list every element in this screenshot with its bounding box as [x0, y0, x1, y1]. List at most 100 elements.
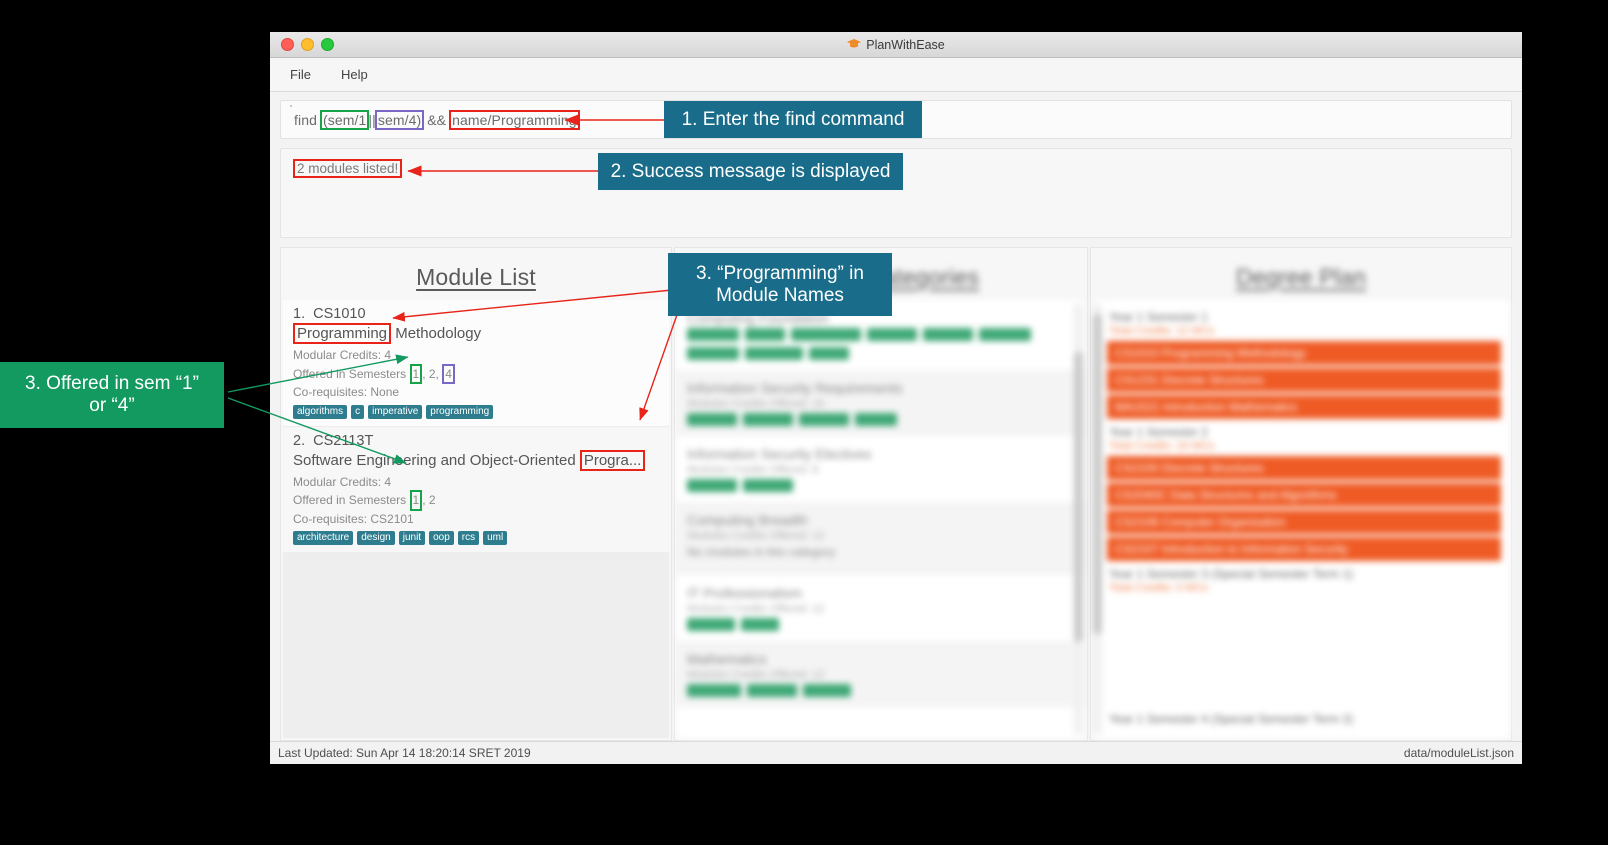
plan-row[interactable]: CS1010 Programming Methodology [1107, 341, 1501, 365]
degree-plan-body[interactable]: Year 1 Semester 1 Total Credits: 12 MCs … [1093, 300, 1509, 738]
module-card[interactable]: 2. CS2113T Software Engineering and Obje… [283, 426, 669, 553]
module-coreq: Co-requisites: None [293, 385, 400, 399]
module-tag: imperative [368, 404, 423, 419]
caret-marker [290, 105, 292, 107]
plan-group-header: Year 1 Semester 3 (Special Semester Term… [1109, 567, 1354, 581]
category-tag [745, 328, 785, 341]
category-tag [743, 479, 793, 492]
module-sem-1: 1 [409, 490, 423, 511]
degree-plan-title: Degree Plan [1235, 264, 1367, 290]
module-sem-4: 4 [442, 363, 455, 384]
module-sem-sep: , 2, [422, 366, 443, 381]
category-tag [867, 328, 917, 341]
degree-plan-panel: Degree Plan Year 1 Semester 1 Total Cred… [1090, 247, 1512, 741]
module-card[interactable]: 1. CS1010 Programming Methodology Modula… [283, 300, 669, 427]
category-tag [687, 328, 739, 341]
category-title: Computing Breadth [687, 512, 808, 528]
category-block: Computing Breadth Modules Credits Offere… [677, 502, 1085, 575]
category-tag [855, 413, 897, 426]
command-prefix: find [294, 111, 321, 128]
plan-group-header: Year 1 Semester 1 [1109, 310, 1208, 324]
category-block: Information Security Electives Modules C… [677, 436, 1085, 502]
module-semesters: Offered in Semesters 1, 2, 4 [293, 363, 659, 384]
module-semesters-label: Offered in Semesters [293, 366, 410, 381]
category-tag [687, 413, 737, 426]
plan-group: Year 1 Semester 1 Total Credits: 12 MCs … [1107, 310, 1501, 419]
module-list-panel: Module List 1. CS1010 Programming Method… [280, 247, 672, 741]
title-bar: PlanWithEase [270, 32, 1522, 58]
status-last-updated: Last Updated: Sun Apr 14 18:20:14 SRET 2… [278, 746, 531, 760]
category-tags [687, 479, 1075, 492]
scrollbar-thumb[interactable] [1093, 314, 1102, 634]
module-semesters: Offered in Semesters 1, 2 [293, 490, 659, 511]
category-tag [687, 618, 735, 631]
module-name: Programming Methodology [293, 323, 481, 344]
module-name-highlight: Programming [293, 323, 392, 344]
category-tag [979, 328, 1031, 341]
result-message: 2 modules listed! [293, 159, 403, 178]
category-title: IT Professionalism [687, 585, 802, 601]
category-tag [809, 347, 849, 360]
module-tags: architecture design junit oop rcs uml [293, 531, 659, 545]
command-seg-sem1: (sem/1 [319, 109, 370, 130]
plan-group-header: Year 1 Semester 2 [1109, 425, 1208, 439]
module-index: 1. [293, 306, 306, 322]
module-tag: design [357, 531, 395, 545]
menu-file[interactable]: File [286, 64, 315, 85]
module-name-highlight: Progra... [579, 449, 646, 471]
category-tags [687, 684, 1075, 697]
category-sub: Modules Credits Offered: 12 [687, 530, 825, 542]
plan-row[interactable]: CS2100 Discrete Structures [1107, 456, 1501, 480]
module-index-code: 2. CS2113T [293, 433, 659, 449]
panels-container: Module List 1. CS1010 Programming Method… [280, 247, 1512, 741]
category-sub: Modules Credits Offered: 16 [687, 398, 825, 410]
command-sem1-token: sem/1 [327, 111, 367, 128]
category-tag [745, 347, 803, 360]
module-tag: c [351, 404, 365, 419]
category-sub: Modules Credits Offered: 12 [687, 669, 825, 681]
callout-step-3-names-line1: 3. “Programming” in [696, 262, 864, 284]
command-seg-name: name/Programming [449, 109, 580, 130]
command-paren-close: ) [416, 111, 422, 128]
module-credits: Modular Credits: 4 [293, 474, 392, 489]
plan-row[interactable]: CS2106 Computer Organisation [1107, 510, 1501, 534]
degree-plan-scrollbar[interactable] [1093, 304, 1102, 734]
category-sub: Modules Credits Offered: 8 [687, 464, 819, 476]
module-code: CS1010 [313, 306, 366, 322]
command-and-op: && [423, 111, 451, 128]
plan-row[interactable]: MA1521 Introduction Mathematics [1107, 395, 1501, 419]
callout-step-2: 2. Success message is displayed [598, 153, 903, 190]
category-tags [687, 413, 1075, 426]
plan-row[interactable]: CS1231 Discrete Structures [1107, 368, 1501, 392]
category-tag [791, 328, 861, 341]
plan-group: Year 1 Semester 4 (Special Semester Term… [1107, 712, 1501, 726]
module-tag: uml [483, 531, 508, 545]
window-title-text: PlanWithEase [866, 37, 945, 52]
module-index-code: 1. CS1010 [293, 306, 659, 322]
middle-panel-scrollbar[interactable] [1074, 304, 1083, 734]
plan-row[interactable]: CS2107 Introduction to Information Secur… [1107, 537, 1501, 561]
callout-step-3-sem-line2: or “4” [89, 395, 135, 416]
module-name-rest: Methodology [391, 325, 482, 342]
module-index: 2. [293, 432, 306, 449]
category-tag [687, 684, 741, 697]
plan-group-credits: Total Credits: 0 MCs [1109, 582, 1209, 594]
module-sem-1: 1 [409, 363, 423, 384]
module-list-body[interactable]: 1. CS1010 Programming Methodology Modula… [283, 300, 669, 738]
category-tag [923, 328, 973, 341]
scrollbar-thumb[interactable] [1074, 352, 1083, 642]
menu-help[interactable]: Help [337, 64, 372, 85]
status-file-path: data/moduleList.json [1403, 746, 1514, 760]
module-categories-body[interactable]: Computing Foundation Information Securit… [677, 300, 1085, 738]
plan-group-header: Year 1 Semester 4 (Special Semester Term… [1109, 712, 1354, 726]
callout-step-3-names-line2: Module Names [716, 284, 844, 306]
category-block: Mathematics Modules Credits Offered: 12 [677, 641, 1085, 707]
command-or-op: || [368, 111, 376, 128]
category-block: IT Professionalism Modules Credits Offer… [677, 575, 1085, 641]
plan-group-credits: Total Credits: 12 MCs [1109, 325, 1215, 337]
plan-row[interactable]: CS2040C Data Structures and Algorithms [1107, 483, 1501, 507]
category-tags [687, 328, 1075, 360]
module-sem-sep: , 2 [422, 493, 436, 507]
graduation-cap-icon [847, 39, 862, 50]
callout-step-1: 1. Enter the find command [664, 101, 922, 138]
